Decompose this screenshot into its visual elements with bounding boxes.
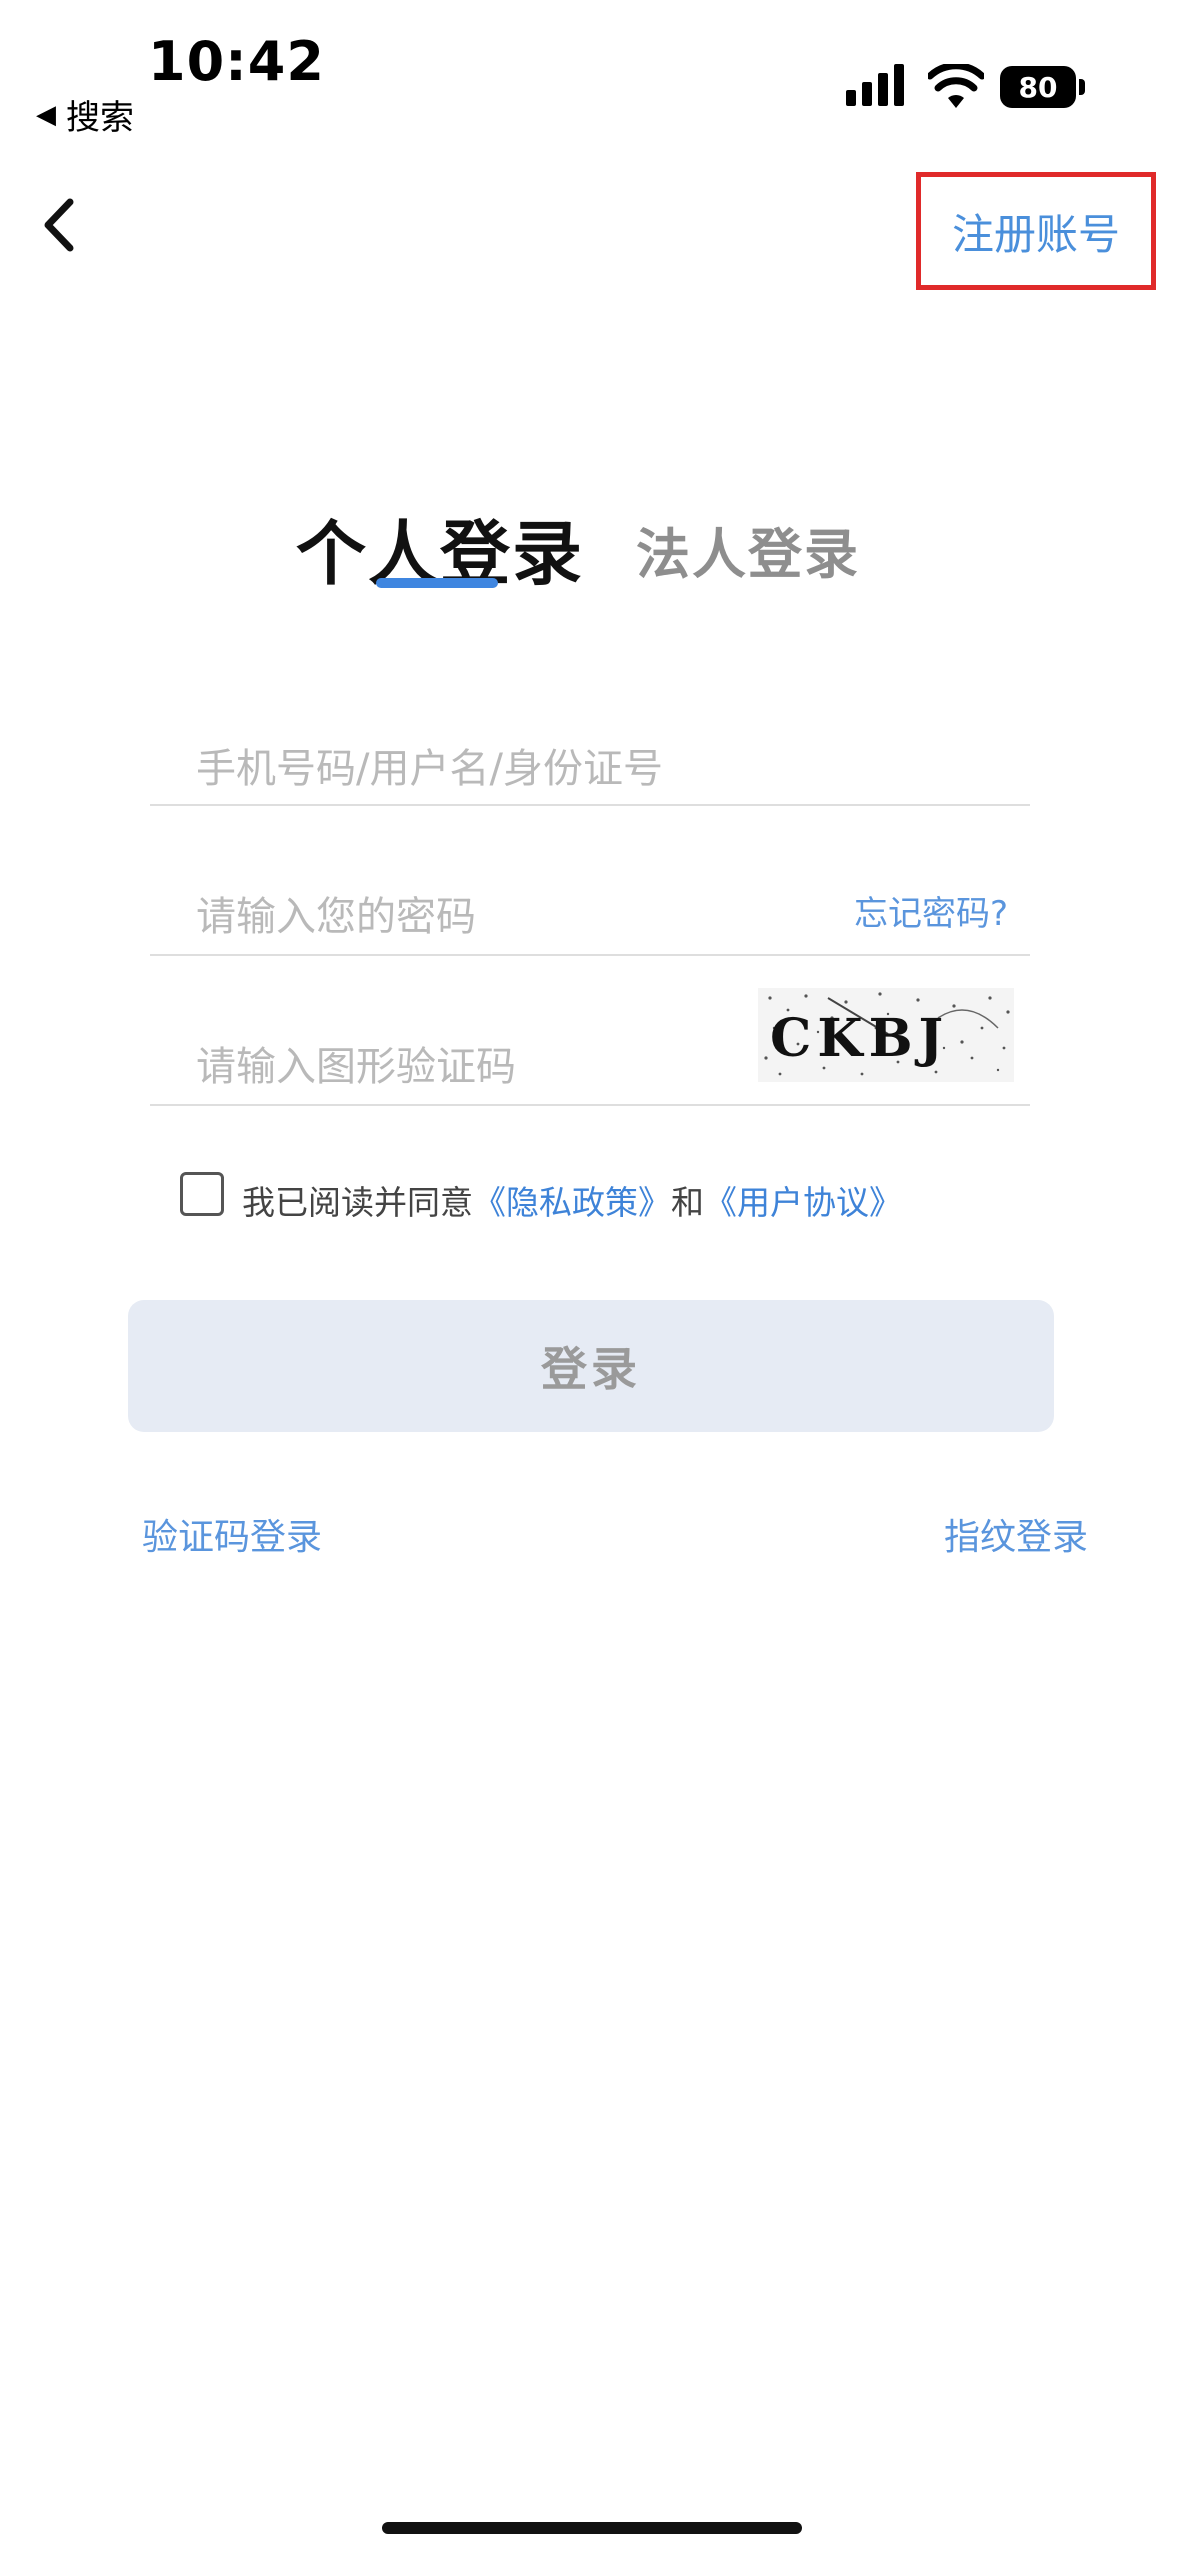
privacy-policy-link[interactable]: 《隐私政策》	[473, 1183, 671, 1222]
agreement-prefix: 我已阅读并同意	[242, 1183, 473, 1222]
battery-icon: 80	[1000, 66, 1086, 110]
password-input[interactable]: 请输入您的密码	[196, 884, 476, 942]
battery-level: 80	[1000, 66, 1076, 108]
cellular-signal-icon	[846, 64, 904, 106]
agreement-checkbox[interactable]	[180, 1172, 224, 1216]
user-agreement-link[interactable]: 《用户协议》	[704, 1183, 902, 1222]
back-to-app-label: 搜索	[66, 98, 134, 138]
fingerprint-login-link[interactable]: 指纹登录	[944, 1508, 1088, 1560]
active-tab-indicator	[376, 578, 498, 588]
captcha-image[interactable]: CKBJ	[758, 988, 1014, 1082]
back-to-app-button[interactable]: ◀ 搜索	[36, 90, 134, 139]
captcha-input-underline	[150, 1104, 1030, 1106]
back-arrow-icon[interactable]	[38, 198, 82, 252]
captcha-text: CKBJ	[770, 1008, 949, 1069]
home-indicator[interactable]	[382, 2522, 802, 2534]
login-button-label: 登录	[541, 1342, 641, 1396]
account-input[interactable]: 手机号码/用户名/身份证号	[196, 736, 663, 794]
wifi-icon	[928, 64, 984, 108]
agreement-text: 我已阅读并同意《隐私政策》和《用户协议》	[242, 1176, 902, 1224]
register-account-link[interactable]: 注册账号	[952, 201, 1120, 262]
register-highlight-box: 注册账号	[916, 172, 1156, 290]
forgot-password-link[interactable]: 忘记密码?	[854, 886, 1008, 935]
tab-legal-entity-login[interactable]: 法人登录	[636, 510, 860, 589]
status-time: 10:42	[148, 30, 325, 93]
password-input-underline	[150, 954, 1030, 956]
agreement-and: 和	[671, 1183, 704, 1222]
account-input-underline	[150, 804, 1030, 806]
sms-code-login-link[interactable]: 验证码登录	[142, 1508, 322, 1560]
login-button[interactable]: 登录	[128, 1300, 1054, 1432]
captcha-input[interactable]: 请输入图形验证码	[196, 1034, 516, 1092]
back-triangle-icon: ◀	[36, 99, 56, 130]
